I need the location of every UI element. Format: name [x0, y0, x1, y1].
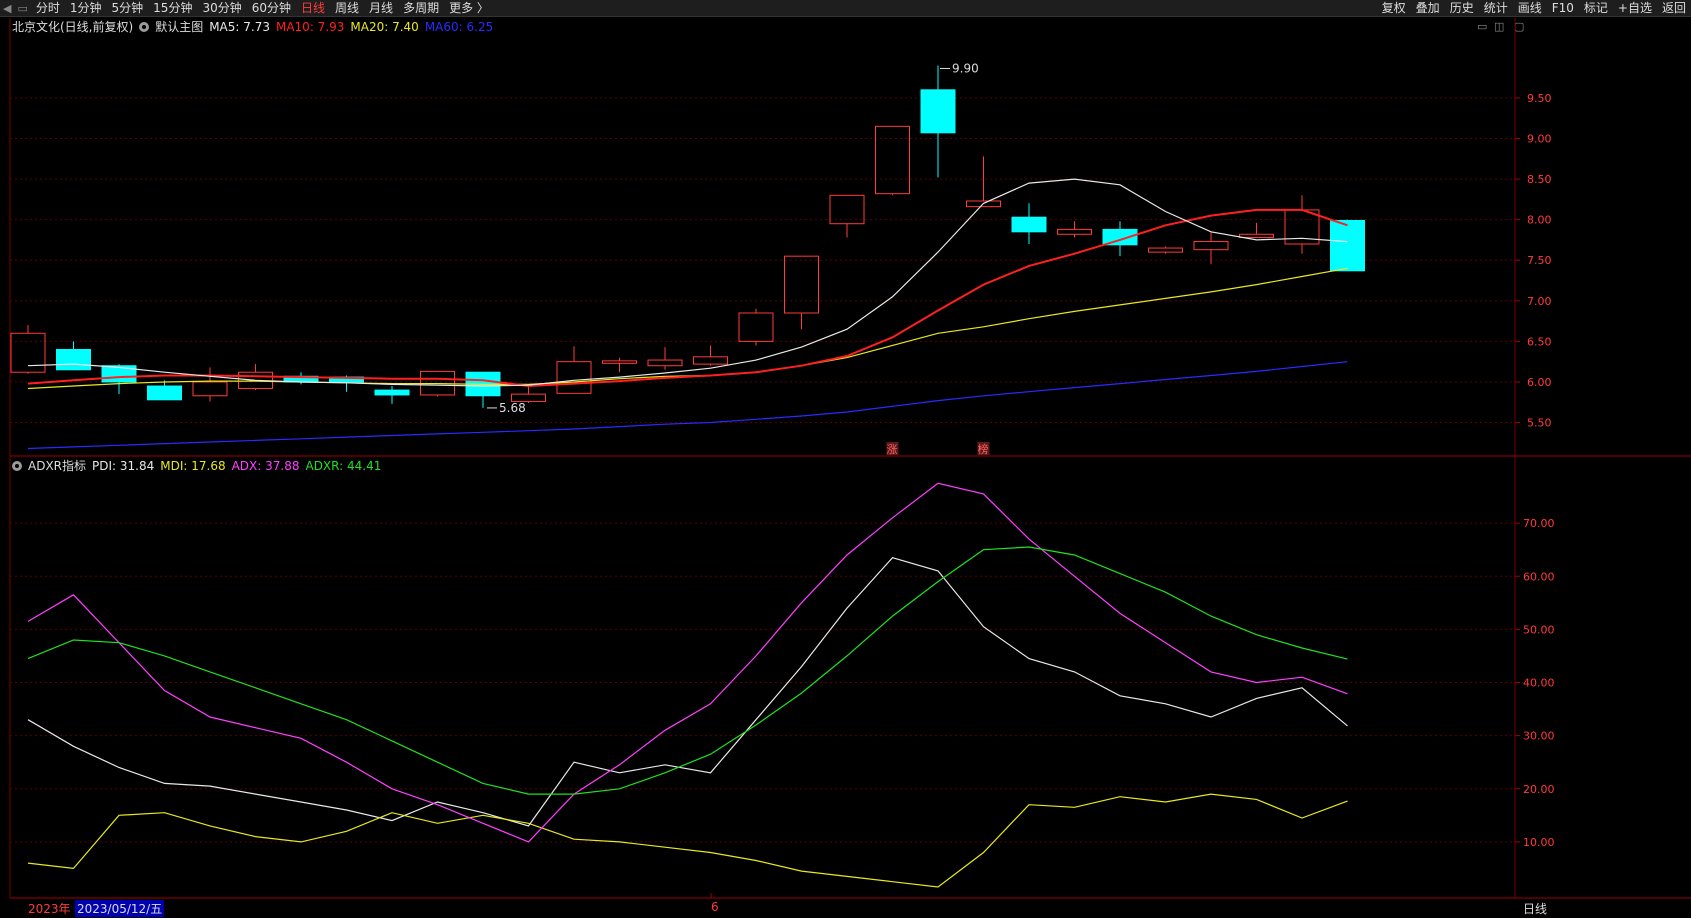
high-price-label: 9.90: [952, 61, 979, 75]
period-indicator[interactable]: 日线: [1523, 900, 1547, 917]
event-marker-bang: 榜: [978, 442, 989, 456]
candle-body: [738, 312, 774, 342]
ma60-line: [27, 361, 1348, 450]
main-ytick-label: 7.00: [1527, 295, 1552, 308]
main-ytick-label: 6.50: [1527, 335, 1552, 348]
mdi-line: [27, 793, 1348, 888]
main-ytick-label: 8.50: [1527, 173, 1552, 186]
candle-body: [1148, 247, 1183, 253]
candle-body: [1193, 241, 1229, 251]
sub-ytick-label: 10.00: [1523, 836, 1555, 849]
adxr-line: [27, 546, 1348, 795]
sub-ytick-label: 30.00: [1523, 730, 1555, 743]
candle-body: [1239, 233, 1274, 239]
main-ytick-label: 6.00: [1527, 376, 1552, 389]
candle-body: [1011, 216, 1047, 233]
main-ytick-label: 5.50: [1527, 417, 1552, 430]
sub-ytick-label: 70.00: [1523, 517, 1555, 530]
main-ytick-label: 7.50: [1527, 254, 1552, 267]
kline-chart[interactable]: 5.50 6.00 6.50 7.00 7.50 8.00 8.50 9.00 9.50 10.0…: [0, 0, 1691, 918]
main-ytick-label: 8.00: [1527, 214, 1552, 227]
candle-body: [192, 381, 228, 397]
pdi-line: [27, 557, 1348, 827]
candle-body: [374, 389, 410, 396]
main-ytick-label: 9.00: [1527, 133, 1552, 146]
candle-body: [56, 349, 91, 371]
sub-ytick-label: 40.00: [1523, 677, 1555, 690]
status-date: 2023/05/12/五: [75, 900, 165, 917]
candle-body: [602, 360, 637, 364]
candle-body: [693, 356, 728, 365]
sub-ytick-label: 60.00: [1523, 570, 1555, 583]
ma10-line: [27, 208, 1348, 388]
ma5-line: [27, 178, 1348, 387]
candle-body: [147, 385, 182, 401]
candle-body: [920, 89, 956, 134]
adx-line: [27, 482, 1348, 843]
event-marker-zhang: 涨: [887, 443, 898, 456]
sub-ytick-label: 20.00: [1523, 783, 1555, 796]
candle-body: [784, 255, 819, 314]
candle-body: [556, 361, 592, 394]
status-month-mark: 6: [711, 900, 719, 914]
low-price-label: 5.68: [499, 401, 526, 415]
candle-body: [1057, 228, 1092, 235]
sub-ytick-label: 50.00: [1523, 623, 1555, 636]
status-year: 2023年: [28, 902, 71, 916]
main-ytick-label: 9.50: [1527, 92, 1552, 105]
candle-body: [10, 332, 46, 373]
candle-body: [1330, 219, 1365, 272]
candle-body: [875, 125, 910, 195]
candle-body: [647, 359, 683, 367]
